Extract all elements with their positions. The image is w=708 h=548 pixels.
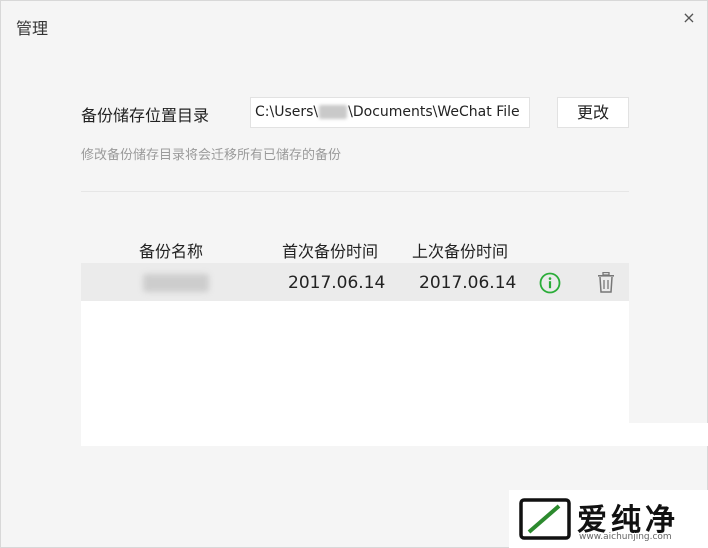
- watermark-url: www.aichunjing.com: [579, 532, 672, 542]
- trash-icon[interactable]: [597, 271, 615, 293]
- close-button[interactable]: ×: [677, 7, 701, 29]
- change-dir-button[interactable]: 更改: [557, 97, 629, 128]
- dialog-title: 管理: [16, 19, 49, 38]
- table-row[interactable]: 2017.06.14 2017.06.14: [81, 263, 629, 301]
- backup-dir-hint: 修改备份储存目录将会迁移所有已储存的备份: [81, 148, 342, 163]
- redacted-backup-name: [143, 274, 209, 292]
- backup-dir-label: 备份储存位置目录: [81, 106, 210, 125]
- redacted-username: [319, 105, 348, 119]
- last-backup-date: 2017.06.14: [419, 273, 517, 293]
- first-backup-date: 2017.06.14: [288, 273, 386, 293]
- list-extension: [629, 423, 708, 446]
- path-prefix: C:\Users\: [255, 104, 319, 120]
- watermark: 爱纯净 www.aichunjing.com: [509, 490, 708, 548]
- path-suffix: \Documents\WeChat File: [348, 104, 520, 120]
- manage-dialog: 管理 × 备份储存位置目录 C:\Users\ \Documents\WeChat…: [0, 0, 708, 548]
- info-circle-icon[interactable]: [539, 272, 561, 294]
- watermark-logo-icon: [519, 498, 571, 540]
- header-first-backup-time: 首次备份时间: [282, 242, 379, 261]
- section-divider: [81, 191, 629, 192]
- backup-dir-path-field[interactable]: C:\Users\ \Documents\WeChat File: [250, 97, 530, 128]
- header-last-backup-time: 上次备份时间: [412, 242, 509, 261]
- header-backup-name: 备份名称: [139, 242, 204, 261]
